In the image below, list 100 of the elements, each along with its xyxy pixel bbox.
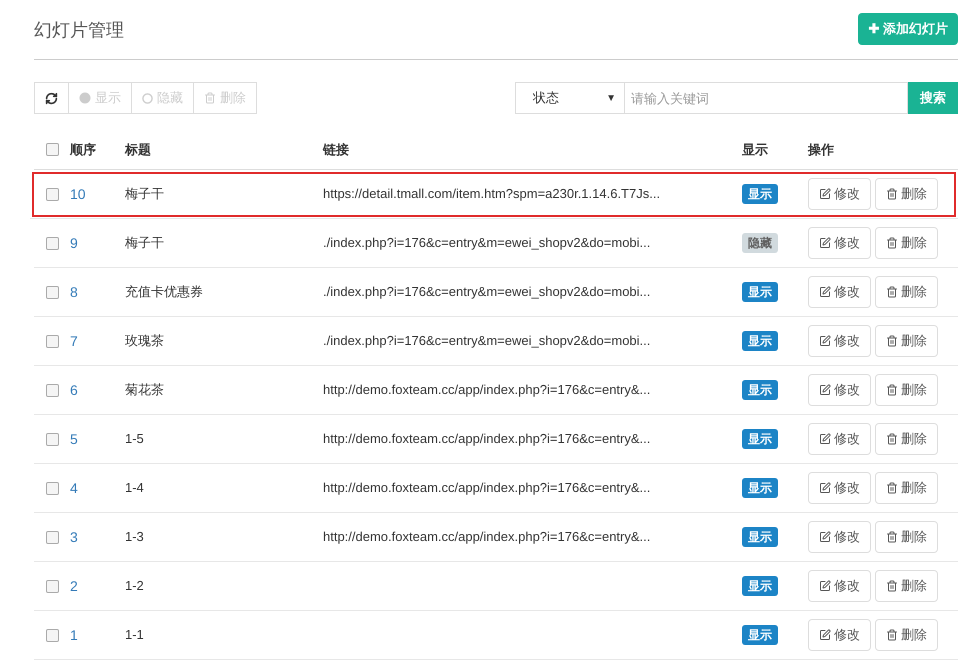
delete-button[interactable]: 删除 <box>875 178 938 210</box>
page-title: 幻灯片管理 <box>34 19 124 42</box>
status-badge: 隐藏 <box>742 233 778 253</box>
order-link[interactable]: 4 <box>70 478 125 498</box>
order-link[interactable]: 3 <box>70 526 125 548</box>
order-link[interactable]: 8 <box>70 282 125 302</box>
title-cell-text: 菊花茶 <box>125 381 165 400</box>
edit-icon <box>819 629 831 641</box>
edit-icon <box>819 482 831 494</box>
edit-button[interactable]: 修改 <box>808 227 871 259</box>
select-all-checkbox[interactable] <box>46 143 58 156</box>
title-cell-text: 玫瑰茶 <box>125 332 165 350</box>
refresh-button[interactable] <box>34 82 69 114</box>
status-badge: 显示 <box>742 282 778 302</box>
delete-button[interactable]: 删除 <box>875 423 938 455</box>
column-header: 操作 <box>808 140 834 159</box>
delete-button[interactable]: 删除 <box>875 619 938 651</box>
link-cell: http://demo.foxteam.cc/app/index.php?i=176&c=entry&... <box>323 382 650 398</box>
title-cell-text: 梅子干 <box>125 185 165 204</box>
keyword-search-field[interactable]: 请输入关键词 <box>624 82 908 114</box>
title-cell-text: 1-4 <box>125 479 145 498</box>
status-badge: 显示 <box>742 380 778 400</box>
trash-icon <box>886 188 898 200</box>
column-header: 顺序 <box>70 140 97 159</box>
column-header: 链接 <box>323 140 350 159</box>
order-link[interactable]: 1 <box>70 624 125 646</box>
title-cell-text: 充值卡优惠券 <box>125 283 204 302</box>
trash-icon <box>886 433 898 445</box>
title-cell-text: 1-3 <box>125 528 145 546</box>
delete-button[interactable]: 删除 <box>875 227 938 259</box>
order-link[interactable]: 7 <box>70 330 125 352</box>
order-link[interactable]: 9 <box>70 232 125 254</box>
status-select[interactable]: 状态 ▼ <box>515 82 625 114</box>
edit-icon <box>819 433 831 445</box>
edit-icon <box>819 237 831 249</box>
column-header: 标题 <box>125 140 152 159</box>
order-link[interactable]: 5 <box>70 428 125 450</box>
row-checkbox[interactable] <box>46 236 58 250</box>
trash-icon <box>886 237 898 249</box>
title-cell-text: 梅子干 <box>125 234 165 252</box>
row-checkbox[interactable] <box>46 628 58 642</box>
edit-button[interactable]: 修改 <box>808 423 871 455</box>
row-checkbox[interactable] <box>46 432 58 446</box>
trash-icon <box>886 286 898 298</box>
status-badge: 显示 <box>742 576 778 596</box>
delete-button[interactable]: 删除 <box>875 570 938 602</box>
title-cell-text: 1-2 <box>125 577 145 596</box>
row-checkbox[interactable] <box>46 286 58 298</box>
status-badge: 显示 <box>742 625 778 645</box>
status-badge: 显示 <box>742 331 778 351</box>
dropdown-arrow-icon: ▼ <box>606 90 616 106</box>
edit-icon <box>819 531 831 543</box>
status-badge: 显示 <box>742 184 778 204</box>
link-cell: http://demo.foxteam.cc/app/index.php?i=176&c=entry&... <box>323 480 650 496</box>
delete-button[interactable]: 删除 <box>875 325 938 357</box>
order-link[interactable]: 2 <box>70 576 125 596</box>
edit-icon <box>819 188 831 200</box>
trash-icon <box>886 629 898 641</box>
trash-icon <box>886 482 898 494</box>
row-checkbox[interactable] <box>46 482 58 494</box>
link-cell: ./index.php?i=176&c=entry&m=ewei_shopv2&do=mobi... <box>323 333 650 348</box>
link-cell: http://demo.foxteam.cc/app/index.php?i=176&c=entry&... <box>323 529 650 544</box>
edit-button[interactable]: 修改 <box>808 570 871 602</box>
edit-icon <box>819 384 831 396</box>
edit-button[interactable]: 修改 <box>808 374 871 406</box>
status-badge: 显示 <box>742 429 778 449</box>
row-checkbox[interactable] <box>46 384 58 396</box>
edit-button[interactable]: 修改 <box>808 521 871 553</box>
circle-icon <box>142 92 153 104</box>
edit-icon <box>819 335 831 347</box>
dot-icon <box>79 92 91 104</box>
link-cell: ./index.php?i=176&c=entry&m=ewei_shopv2&do=mobi... <box>323 235 650 250</box>
status-badge: 显示 <box>742 478 778 498</box>
trash-icon <box>204 92 216 104</box>
order-link[interactable]: 10 <box>70 184 125 204</box>
link-cell: https://detail.tmall.com/item.htm?spm=a230r.1.14.6.T7Js... <box>323 186 660 202</box>
trash-icon <box>886 531 898 543</box>
trash-icon <box>886 580 898 592</box>
edit-button[interactable]: 修改 <box>808 472 871 504</box>
delete-button[interactable]: 删除 <box>875 521 938 553</box>
delete-button[interactable]: 删除 <box>875 472 938 504</box>
link-cell: http://demo.foxteam.cc/app/index.php?i=176&c=entry&... <box>323 431 650 446</box>
row-checkbox[interactable] <box>46 188 58 200</box>
link-cell: ./index.php?i=176&c=entry&m=ewei_shopv2&do=mobi... <box>323 284 650 300</box>
title-cell-text: 1-5 <box>125 430 145 448</box>
edit-button[interactable]: 修改 <box>808 178 871 210</box>
trash-icon <box>886 335 898 347</box>
edit-button[interactable]: 修改 <box>808 619 871 651</box>
row-checkbox[interactable] <box>46 580 58 592</box>
edit-button[interactable]: 修改 <box>808 276 871 308</box>
delete-button[interactable]: 删除 <box>875 276 938 308</box>
edit-icon <box>819 286 831 298</box>
title-cell-text: 1-1 <box>125 626 145 644</box>
row-checkbox[interactable] <box>46 530 58 544</box>
trash-icon <box>886 384 898 396</box>
delete-button[interactable]: 删除 <box>875 374 938 406</box>
row-checkbox[interactable] <box>46 334 58 348</box>
order-link[interactable]: 6 <box>70 380 125 400</box>
status-badge: 显示 <box>742 527 778 547</box>
edit-button[interactable]: 修改 <box>808 325 871 357</box>
